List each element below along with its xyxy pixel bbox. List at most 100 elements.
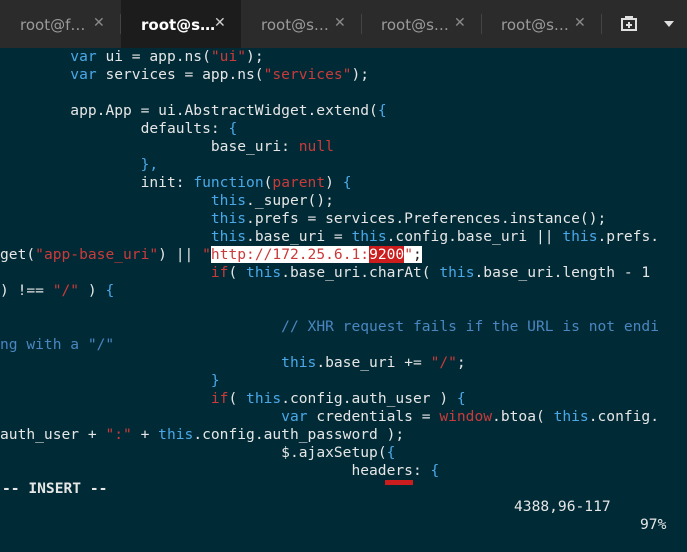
code-token: {	[377, 102, 387, 119]
close-icon[interactable]: ✕	[454, 15, 466, 31]
cursor-position: 4388,96-117	[514, 498, 611, 515]
code-token: init:	[140, 174, 194, 191]
code-line: this._super();	[0, 192, 334, 210]
code-token: {	[386, 444, 396, 461]
code-token: auth_user +	[0, 426, 106, 443]
code-token: },	[140, 156, 159, 173]
code-token: :	[360, 246, 370, 263]
cursor-marker	[385, 480, 413, 485]
code-line: this.base_uri += "/";	[0, 354, 466, 372]
code-token: ._super();	[246, 192, 334, 209]
code-token: base_uri:	[210, 138, 299, 155]
code-token: this	[210, 228, 247, 245]
code-token: );	[351, 66, 370, 83]
code-token: {	[456, 390, 466, 407]
code-line: }	[0, 372, 220, 390]
close-icon[interactable]: ✕	[93, 15, 105, 31]
tab-label: root@s…	[381, 16, 449, 34]
code-token: .base_uri.charAt(	[281, 264, 440, 281]
code-token: .config.base_uri ||	[386, 228, 563, 245]
code-token: ;	[413, 246, 422, 263]
code-token: {	[105, 282, 115, 299]
code-token: defaults:	[140, 120, 229, 137]
mode-indicator: -- INSERT --	[2, 480, 108, 497]
code-token: );	[246, 48, 264, 65]
code-token: ng with a "/"	[0, 336, 115, 353]
code-token: "ui"	[210, 48, 247, 65]
tab-5[interactable]: root@s… ✕	[481, 0, 601, 48]
vim-status-line: -- INSERT -- 4388,96-117 97%	[0, 462, 687, 533]
code-token: window	[439, 408, 493, 425]
code-token: "	[202, 246, 211, 263]
close-icon[interactable]: ✕	[214, 15, 226, 31]
code-token: this	[246, 390, 282, 407]
tab-label: root@s…	[261, 16, 329, 34]
code-token: .prefs = services.Preferences.instance()…	[246, 210, 607, 227]
code-line: ) !== "/" ) {	[0, 282, 114, 300]
code-line: app.App = ui.AbstractWidget.extend({	[0, 102, 387, 120]
tab-divider	[601, 14, 602, 34]
code-token: ;	[456, 354, 466, 371]
code-token: get(	[0, 246, 36, 263]
code-token: app.App = ui.AbstractWidget.extend(	[70, 102, 378, 119]
code-token: this	[210, 192, 247, 209]
code-line: var credentials = window.btoa( this.conf…	[0, 408, 659, 426]
code-line: this.base_uri = this.config.base_uri || …	[0, 228, 659, 246]
code-line: ng with a "/"	[0, 336, 114, 354]
code-token: this	[553, 408, 589, 425]
code-token: ) !==	[0, 282, 53, 299]
code-token: credentials =	[307, 408, 440, 425]
code-token: .config.auth_user )	[281, 390, 457, 407]
tab-1[interactable]: root@f… ✕	[0, 0, 120, 48]
code-token: {	[228, 120, 238, 137]
code-token: this	[562, 228, 598, 245]
code-token: if	[210, 390, 229, 407]
close-icon[interactable]: ✕	[574, 15, 586, 31]
code-token: .config.	[588, 408, 660, 425]
terminal-view[interactable]: var ui = app.ns("ui"); var services = ap…	[0, 48, 687, 533]
new-tab-button[interactable]	[614, 10, 644, 38]
tab-label: root@f…	[20, 16, 86, 34]
code-token: services = app.ns(	[96, 66, 264, 83]
code-line: $.ajaxSetup({	[0, 444, 395, 462]
scroll-percent: 97%	[640, 516, 667, 533]
code-token: .prefs.	[597, 228, 660, 245]
code-token: ":"	[105, 426, 132, 443]
code-token: var	[70, 48, 97, 65]
code-token: .config.auth_password );	[193, 426, 405, 443]
code-token: .btoa(	[492, 408, 554, 425]
code-line: },	[0, 156, 159, 174]
tab-2[interactable]: root@s… ✕	[121, 0, 241, 48]
code-token: this	[281, 354, 317, 371]
code-token: null	[298, 138, 334, 155]
code-token: this	[351, 228, 387, 245]
code-token: )	[325, 174, 343, 191]
tab-4[interactable]: root@s… ✕	[361, 0, 481, 48]
tab-label: root@s…	[501, 16, 569, 34]
code-token: )	[79, 282, 106, 299]
tab-3[interactable]: root@s… ✕	[241, 0, 361, 48]
code-token: function	[193, 174, 264, 191]
code-token: }	[210, 372, 220, 389]
tab-label: root@s…	[141, 16, 216, 34]
code-line: if( this.config.auth_user ) {	[0, 390, 466, 408]
code-token: .base_uri.length - 1	[474, 264, 651, 281]
code-line: base_uri: null	[0, 138, 334, 156]
code-token: http://172.25.6.1	[210, 246, 361, 263]
code-line: get("app-base_uri") || "http://172.25.6.…	[0, 246, 422, 264]
close-icon[interactable]: ✕	[334, 15, 346, 31]
tab-menu-button[interactable]	[654, 10, 684, 38]
chevron-down-icon	[664, 21, 674, 27]
code-token: ) ||	[158, 246, 203, 263]
